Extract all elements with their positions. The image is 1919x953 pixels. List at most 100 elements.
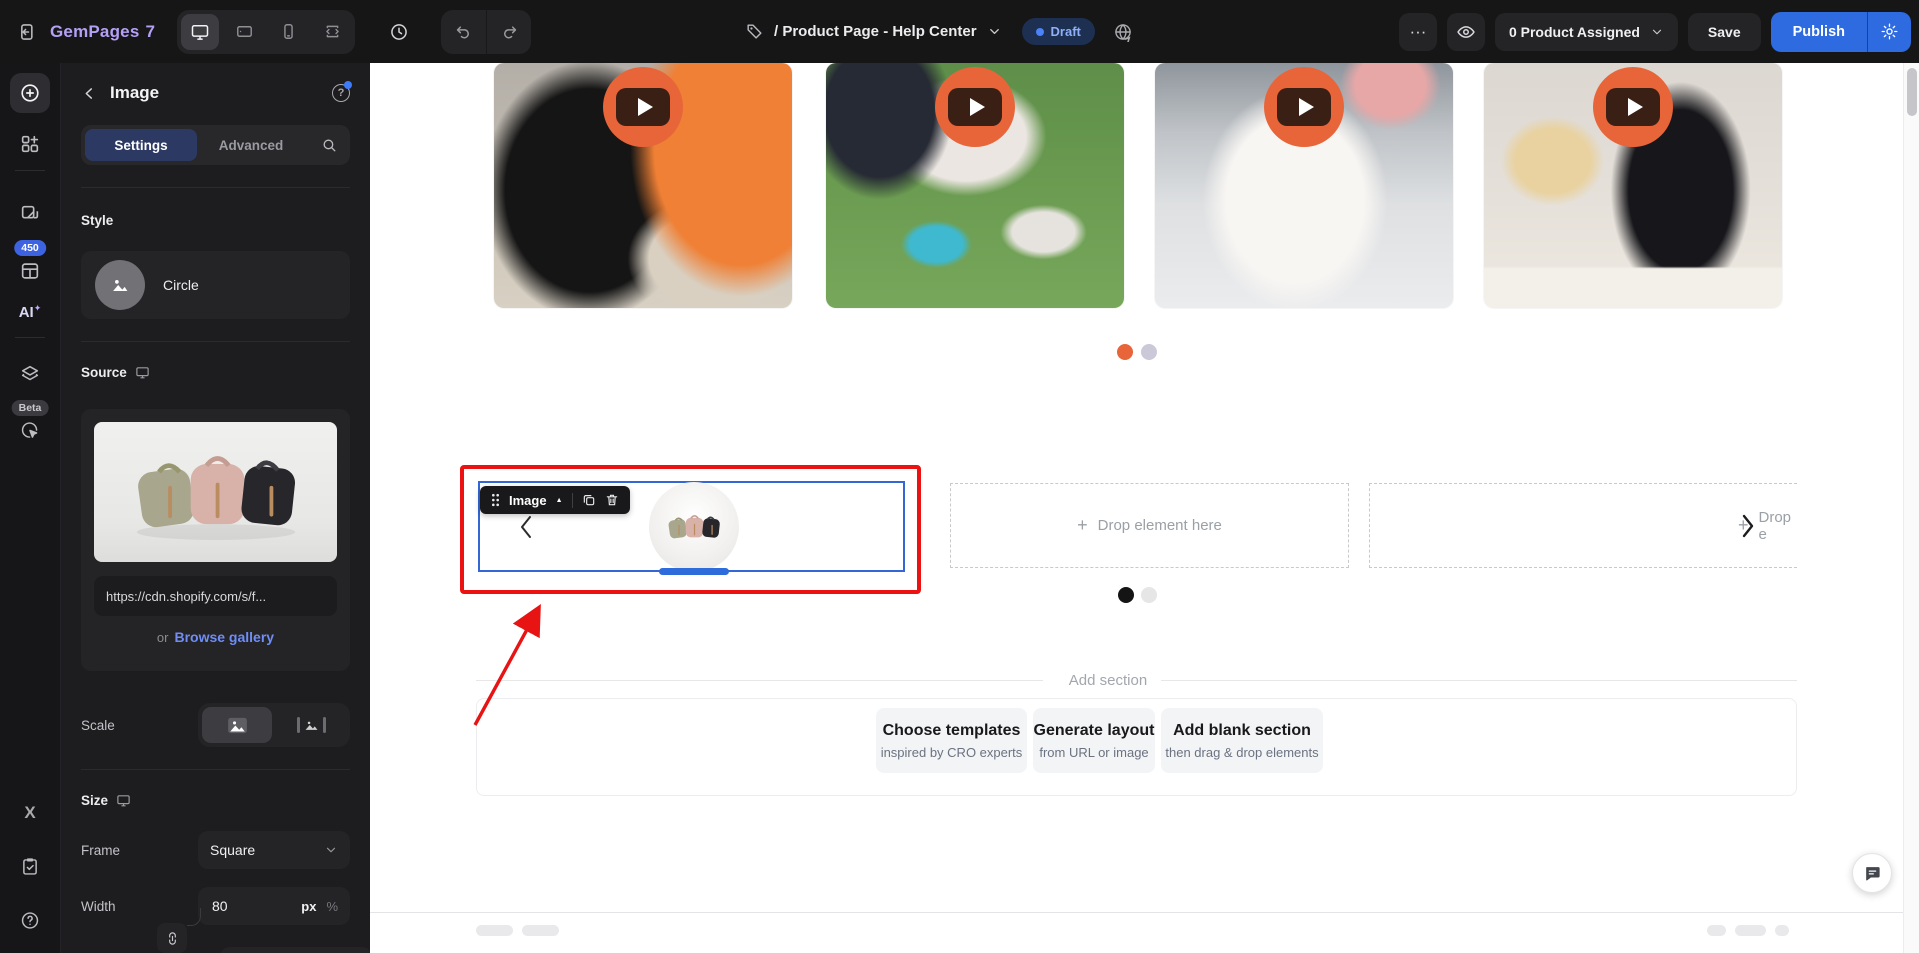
circle-style-thumbnail — [95, 260, 145, 310]
frame-select[interactable]: Square — [198, 831, 350, 869]
video-card-2[interactable] — [826, 63, 1124, 308]
source-image-thumbnail[interactable] — [94, 422, 337, 562]
play-button-icon[interactable] — [603, 67, 683, 147]
duplicate-icon[interactable] — [582, 493, 596, 507]
sections-library-icon[interactable] — [19, 133, 41, 155]
carousel-dot-active[interactable] — [1118, 587, 1134, 603]
more-actions-button[interactable]: ··· — [1399, 13, 1437, 51]
carousel-dot-active[interactable] — [1117, 344, 1133, 360]
delete-icon[interactable] — [605, 493, 619, 507]
canvas-scrollbar[interactable] — [1903, 63, 1919, 953]
annotation-red-box — [460, 465, 921, 594]
add-section-label: Add section — [1063, 672, 1153, 689]
unit-px[interactable]: px — [301, 899, 316, 914]
style-heading: Style — [81, 213, 113, 228]
height-input-partial[interactable] — [220, 947, 370, 953]
style-picker[interactable]: Circle — [81, 251, 350, 319]
tab-advanced[interactable]: Advanced — [197, 129, 305, 161]
element-type-label[interactable]: Image — [509, 493, 547, 508]
device-responsive-icon[interactable] — [313, 14, 351, 50]
canvas-footer-divider — [370, 912, 1903, 913]
rail-divider — [15, 337, 45, 338]
search-icon[interactable] — [321, 137, 338, 154]
publish-button[interactable]: Publish — [1771, 12, 1867, 52]
tab-settings[interactable]: Settings — [85, 129, 197, 161]
choose-templates-button[interactable]: Choose templates inspired by CRO experts — [876, 708, 1027, 773]
panel-title: Image — [110, 83, 159, 103]
scrollbar-thumb[interactable] — [1907, 68, 1917, 116]
device-mobile-icon[interactable] — [269, 14, 307, 50]
play-button-icon[interactable] — [1264, 67, 1344, 147]
video-card-1[interactable] — [494, 63, 792, 308]
chevron-down-icon — [324, 843, 338, 857]
interactions-icon[interactable] — [20, 420, 41, 441]
gempages-editor: GemPages 7 — [0, 0, 1919, 953]
brand-logo[interactable]: GemPages 7 — [50, 22, 155, 42]
scale-label: Scale — [81, 718, 115, 733]
device-tablet-icon[interactable] — [225, 14, 263, 50]
history-icon[interactable] — [381, 14, 417, 50]
checklist-icon[interactable] — [20, 856, 41, 877]
width-input[interactable] — [210, 897, 258, 915]
undo-icon[interactable] — [441, 10, 486, 54]
publish-button-group: Publish — [1771, 12, 1911, 52]
publish-settings-gear-icon[interactable] — [1867, 12, 1911, 52]
brand-name: GemPages — [50, 22, 139, 42]
drop-zone[interactable]: + Drop element here — [950, 483, 1349, 568]
device-switcher — [177, 10, 355, 54]
desktop-override-icon — [135, 365, 150, 380]
add-element-icon[interactable] — [10, 73, 50, 113]
chat-launcher[interactable] — [1852, 853, 1892, 893]
carousel-dot[interactable] — [1141, 344, 1157, 360]
templates-count-badge: 450 — [14, 240, 46, 256]
layers-icon[interactable] — [19, 363, 41, 385]
scale-row: Scale — [81, 703, 350, 747]
generate-layout-button[interactable]: Generate layout from URL or image — [1033, 708, 1155, 773]
width-row: Width px % — [81, 887, 350, 925]
add-blank-section-button[interactable]: Add blank section then drag & drop eleme… — [1161, 708, 1323, 773]
redo-icon[interactable] — [486, 10, 531, 54]
unit-percent[interactable]: % — [326, 899, 338, 914]
ai-assistant-icon[interactable]: AI✦ — [19, 303, 42, 321]
play-button-icon[interactable] — [1593, 67, 1673, 147]
panel-divider — [81, 187, 350, 188]
interactions-beta-badge: Beta — [12, 400, 49, 416]
brand-version: 7 — [145, 22, 155, 42]
scale-fit-icon[interactable] — [276, 707, 346, 743]
play-button-icon[interactable] — [935, 67, 1015, 147]
help-icon[interactable] — [20, 910, 41, 931]
browse-gallery-link[interactable]: Browse gallery — [174, 629, 274, 645]
save-button[interactable]: Save — [1688, 13, 1761, 51]
carousel-dot[interactable] — [1141, 587, 1157, 603]
preview-eye-button[interactable] — [1447, 13, 1485, 51]
or-label: or — [157, 630, 169, 645]
undo-redo-group — [441, 10, 531, 54]
x-social-icon[interactable]: X — [24, 803, 35, 823]
page-canvas: Image ▲ + Drop element here + Drop e — [370, 63, 1919, 953]
video-card-3[interactable] — [1155, 63, 1453, 308]
device-desktop-icon[interactable] — [181, 14, 219, 50]
breadcrumb-chevron-down-icon[interactable] — [987, 24, 1002, 39]
image-url-input[interactable] — [94, 576, 337, 616]
link-dimensions-icon[interactable] — [157, 923, 187, 953]
theme-styles-icon[interactable] — [19, 203, 41, 225]
source-card: or Browse gallery — [81, 409, 350, 671]
desktop-override-icon — [116, 793, 131, 808]
caret-up-icon[interactable]: ▲ — [556, 497, 563, 504]
product-assigned-dropdown[interactable]: 0 Product Assigned — [1495, 13, 1678, 51]
carousel-next-icon[interactable] — [1740, 513, 1756, 539]
globe-share-icon[interactable] — [1113, 22, 1133, 42]
drop-zone-clipped[interactable]: + Drop e — [1369, 483, 1797, 568]
notification-dot — [344, 81, 352, 89]
scale-toggle-group — [198, 703, 350, 747]
panel-help-icon[interactable]: ? — [332, 84, 350, 102]
video-card-4[interactable] — [1484, 63, 1782, 308]
templates-icon[interactable] — [19, 260, 41, 282]
drag-handle-icon[interactable] — [491, 493, 500, 507]
scale-fill-icon[interactable] — [202, 707, 272, 743]
top-bar: GemPages 7 — [0, 0, 1919, 63]
exit-editor-icon[interactable] — [16, 22, 36, 42]
skeleton-bar — [1735, 925, 1766, 936]
back-chevron-icon[interactable] — [81, 85, 98, 102]
breadcrumb[interactable]: / Product Page - Help Center — [774, 23, 977, 40]
